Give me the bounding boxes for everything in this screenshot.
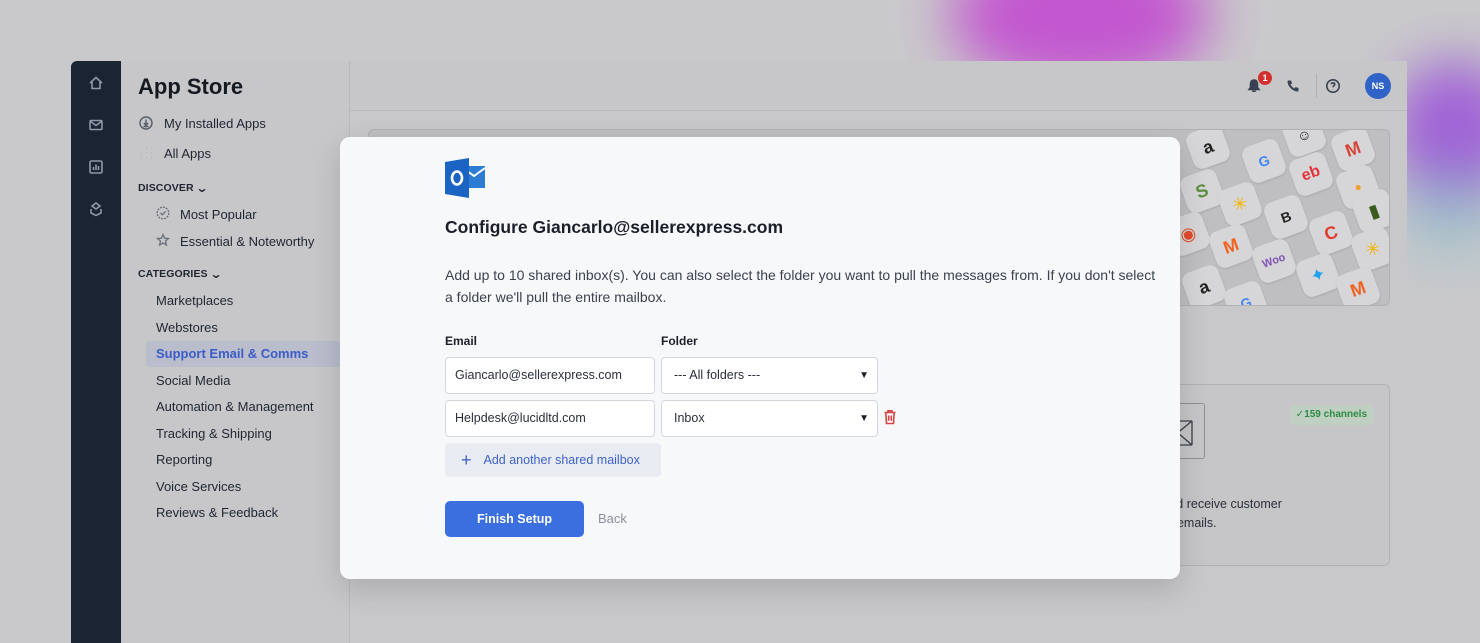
avatar[interactable]: NS [1365, 73, 1391, 99]
notification-badge: 1 [1258, 71, 1272, 85]
star-icon [155, 232, 171, 250]
sidebar-item-support-email-comms[interactable]: Support Email & Comms [146, 341, 340, 367]
badge-check-icon [156, 206, 170, 223]
modal-title: Configure Giancarlo@sellerexpress.com [445, 217, 784, 237]
help-icon[interactable] [1322, 75, 1344, 97]
sidebar-item-reviews-feedback[interactable]: Reviews & Feedback [156, 505, 278, 520]
trash-icon[interactable] [883, 409, 899, 427]
amazon-logo: a [1179, 262, 1229, 305]
folder-select[interactable]: --- All folders --- ▼ [661, 357, 878, 394]
amazon-logo: a [1183, 130, 1233, 172]
chevron-down-icon: ▼ [859, 370, 869, 381]
walmart-logo: ✳ [1215, 179, 1265, 229]
sidebar-item-tracking-shipping[interactable]: Tracking & Shipping [156, 426, 272, 441]
email-field[interactable]: Giancarlo@sellerexpress.com [445, 357, 655, 394]
sidebar-item-reporting[interactable]: Reporting [156, 452, 212, 467]
chart-icon[interactable] [86, 157, 106, 177]
bigcommerce-logo: B [1261, 192, 1311, 242]
plus-icon: + [461, 450, 472, 470]
grid-icon [138, 145, 154, 161]
discover-heading[interactable]: DISCOVER ⌄ [138, 181, 209, 195]
sidebar-item-my-installed-apps[interactable]: My Installed Apps [138, 115, 266, 131]
download-circle-icon [138, 115, 154, 131]
ebay-logo: eb [1286, 149, 1336, 199]
twitter-logo: ✦ [1293, 250, 1343, 300]
apps-icon[interactable] [86, 199, 106, 219]
sidebar-item-automation-management[interactable]: Automation & Management [156, 399, 314, 414]
button-label: Add another shared mailbox [483, 453, 640, 467]
page-title: App Store [138, 74, 244, 99]
magento-logo: M [1206, 221, 1256, 271]
chevron-down-icon: ⌄ [195, 181, 209, 195]
select-value: Inbox [674, 411, 705, 425]
section-label: DISCOVER [138, 182, 194, 194]
section-label: CATEGORIES [138, 268, 208, 280]
home-icon[interactable] [86, 73, 106, 93]
email-column-label: Email [445, 334, 478, 348]
back-button[interactable]: Back [598, 501, 627, 537]
sidebar-item-social-media[interactable]: Social Media [156, 373, 230, 388]
chevron-down-icon: ⌄ [209, 267, 223, 281]
woocommerce-logo: Woo [1249, 236, 1299, 286]
outlook-icon [445, 157, 487, 199]
sidebar-item-essential-noteworthy[interactable]: Essential & Noteworthy [155, 232, 315, 250]
walmart-logo: ✳ [1348, 224, 1389, 274]
add-mailbox-button[interactable]: + Add another shared mailbox [445, 443, 661, 477]
nav-rail [71, 61, 121, 643]
mail-icon[interactable] [86, 115, 106, 135]
folder-column-label: Folder [661, 334, 698, 348]
sidebar-item-voice-services[interactable]: Voice Services [156, 479, 241, 494]
sidebar-item-label: Essential & Noteworthy [180, 234, 315, 249]
google-logo: G [1239, 136, 1289, 186]
modal-description: Add up to 10 shared inbox(s). You can al… [445, 267, 1156, 305]
badge-label: 159 channels [1304, 409, 1367, 420]
sidebar-item-webstores[interactable]: Webstores [156, 320, 218, 335]
chevron-down-icon: ▼ [859, 413, 869, 424]
sidebar-item-all-apps[interactable]: All Apps [138, 145, 211, 161]
email-field[interactable]: Helpdesk@lucidltd.com [445, 400, 655, 437]
logo-tile: C [1306, 208, 1356, 258]
sidebar-item-most-popular[interactable]: Most Popular [156, 206, 257, 223]
folder-select[interactable]: Inbox ▼ [661, 400, 878, 437]
configure-modal: Configure Giancarlo@sellerexpress.com Ad… [340, 137, 1180, 579]
sidebar-item-label: My Installed Apps [164, 115, 266, 131]
sidebar-item-label: All Apps [164, 145, 211, 161]
sidebar-item-label: Most Popular [180, 207, 257, 222]
sidebar-item-marketplaces[interactable]: Marketplaces [156, 293, 233, 308]
phone-icon[interactable] [1282, 75, 1304, 97]
sidebar: App Store My Installed Apps All Apps DIS… [121, 61, 350, 643]
magento-logo: M [1333, 264, 1383, 305]
categories-heading[interactable]: CATEGORIES ⌄ [138, 267, 223, 281]
finish-setup-button[interactable]: Finish Setup [445, 501, 584, 537]
status-badge: ✓159 channels [1289, 405, 1373, 425]
shopify-logo: S [1177, 166, 1227, 216]
google-logo: G [1221, 278, 1271, 305]
select-value: --- All folders --- [674, 368, 761, 382]
topbar-divider [1316, 74, 1317, 98]
